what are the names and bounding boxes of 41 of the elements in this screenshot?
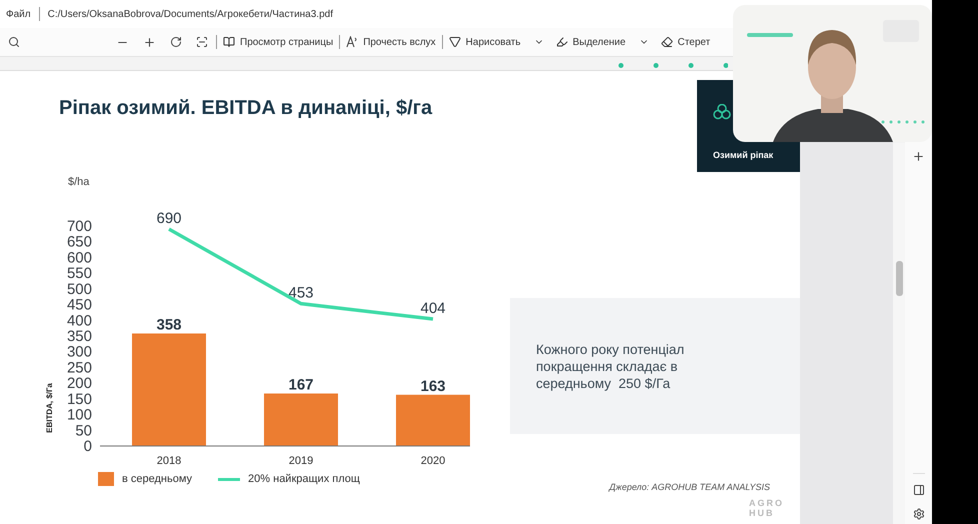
toolbar-button[interactable]: Стерет [654,36,716,48]
y-tick-label: 550 [66,265,92,282]
y-tick-label: 700 [66,218,92,235]
y-tick-label: 400 [66,312,92,330]
note-text: Кожного року потенціал покращення складає в середньому 250 $/Га [536,340,686,392]
file-menu[interactable]: Файл [6,8,31,20]
x-tick-label: 2020 [420,455,446,467]
source-text: Джерело: AGROHUB TEAM ANALYSIS [608,482,771,492]
logo-text: AGRO [749,498,784,508]
y-tick-label: 350 [66,328,92,345]
toolbar-button[interactable]: Нарисовать [442,36,550,48]
y-tick-label: 0 [84,438,92,455]
toolbar-button[interactable]: Просмотр страницы [217,36,340,48]
data-label: 167 [288,376,314,394]
unit-label: $/ha [68,176,90,188]
y-tick-label: 200 [66,375,92,392]
legend-label: в середньому [122,473,192,485]
legend-label: 20% найкращих площ [248,473,360,485]
toolbar-button[interactable]: Прочесть вслух [340,36,442,48]
logo-text: HUB [749,508,776,518]
data-label: 690 [156,210,182,228]
y-tick-label: 150 [66,390,92,408]
x-tick-label: 2019 [288,455,314,467]
y-tick-label: 450 [66,296,92,314]
y-axis-label: EBITDA, $/Га [45,383,54,433]
y-tick-label: 600 [66,249,92,266]
data-label: 453 [288,284,314,302]
file-path: C:/Users/OksanaBobrova/Documents/Агрокебети/Частина3.pdf [48,8,333,20]
y-tick-label: 650 [66,234,92,251]
data-label: 404 [420,300,446,318]
toolbar-button[interactable]: Выделение [550,36,655,48]
y-tick-label: 250 [66,359,92,376]
x-tick-label: 2018 [156,455,182,467]
y-tick-label: 100 [66,406,92,424]
data-label: 163 [420,378,446,395]
slide-title: Ріпак озимий. EBITDA в динаміці, $/га [58,96,432,121]
y-tick-label: 300 [66,344,92,361]
y-tick-label: 500 [66,280,92,298]
data-label: 358 [156,316,182,334]
tile-label: Озимий ріпак [713,150,774,160]
y-tick-label: 50 [75,422,92,440]
